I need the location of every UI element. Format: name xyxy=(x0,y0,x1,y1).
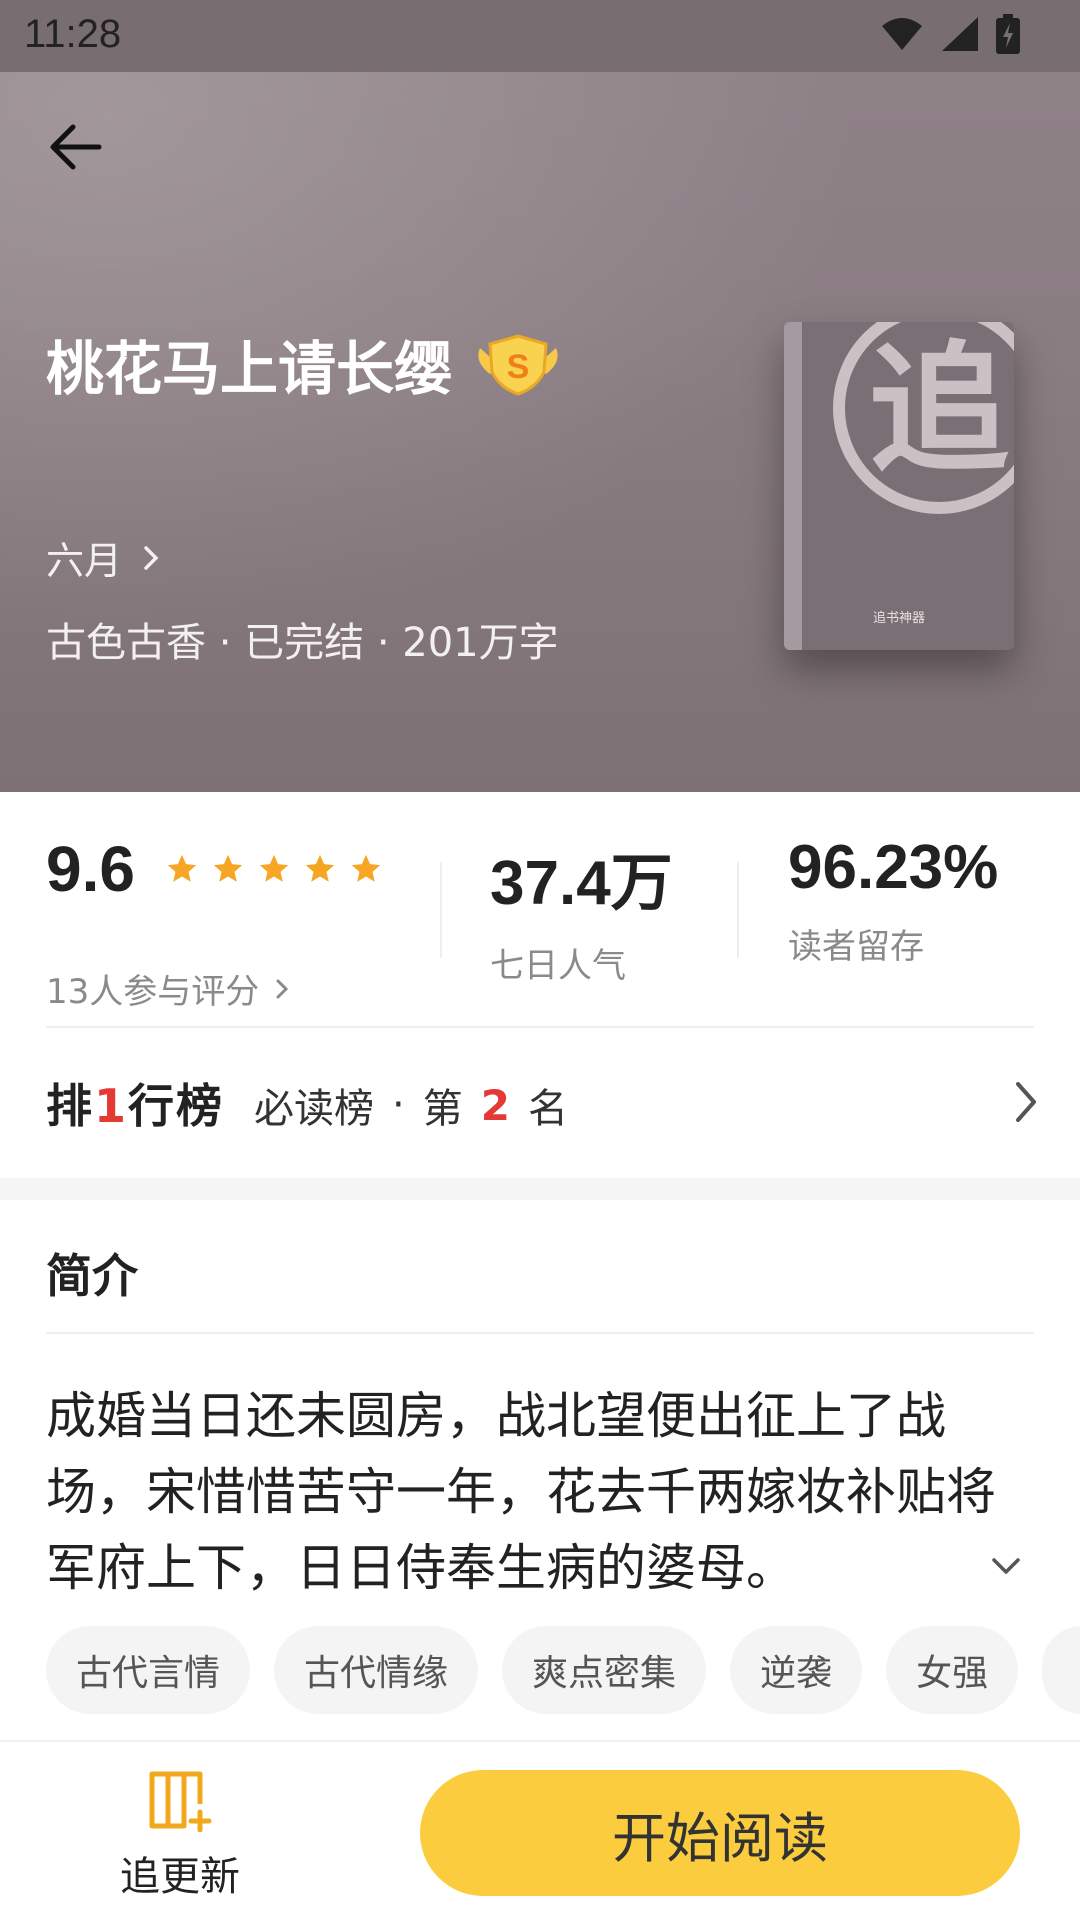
tag-chip[interactable]: 逆袭 xyxy=(730,1626,863,1714)
start-reading-button[interactable]: 开始阅读 xyxy=(420,1770,1020,1896)
chevron-right-icon xyxy=(144,545,159,570)
tag-chip[interactable]: 古代情缘 xyxy=(274,1626,479,1714)
signal-icon xyxy=(942,17,978,51)
rating-count: 13人参与评分 xyxy=(46,972,260,1012)
back-arrow-icon xyxy=(50,124,102,170)
popularity-value: 37.4万 xyxy=(490,849,673,918)
ranking-prefix: 第 xyxy=(422,1086,463,1132)
status-time: 11:28 xyxy=(24,12,122,56)
s-badge-icon: S xyxy=(478,334,558,396)
tag-chip[interactable]: 古代言情 xyxy=(46,1626,251,1714)
author-link[interactable]: 六月 xyxy=(46,530,162,585)
badge-letter: S xyxy=(507,348,530,386)
wifi-icon xyxy=(882,18,922,50)
cover-logo: 追 xyxy=(833,322,1014,514)
status-bar: 11:28 xyxy=(0,0,1080,72)
rating-stars xyxy=(164,852,384,886)
star-icon xyxy=(351,854,381,882)
start-reading-label: 开始阅读 xyxy=(612,1806,828,1870)
ranking-text: 必读榜 · 第 2 名 xyxy=(254,1076,568,1134)
retention-block: 96.23% 读者留存 xyxy=(788,832,998,968)
status-icons xyxy=(880,14,1020,54)
book-meta: 古色古香 · 已完结 · 201万字 xyxy=(46,620,559,666)
book-header: 11:28 桃花马上请长缨 S 六月 古色古香 · 已完结 · 201万字 追 … xyxy=(0,0,1080,792)
rating-score: 9.6 xyxy=(46,833,135,905)
retention-label: 读者留存 xyxy=(788,927,924,967)
intro-text: 成婚当日还未圆房，战北望便出征上了战场，宋惜惜苦守一年，花去千两嫁妆补贴将军府上… xyxy=(46,1387,996,1597)
ranking-dot: · xyxy=(392,1082,405,1128)
ranking-row[interactable]: 排1行榜 必读榜 · 第 2 名 xyxy=(0,1028,1080,1178)
back-button[interactable] xyxy=(40,112,110,182)
popularity-label: 七日人气 xyxy=(490,946,626,986)
intro-title: 简介 xyxy=(46,1249,138,1303)
book-title-row: 桃花马上请长缨 S xyxy=(46,322,566,406)
ranking-position: 2 xyxy=(480,1080,510,1130)
chevron-down-icon[interactable] xyxy=(988,1554,1024,1578)
book-title: 桃花马上请长缨 xyxy=(46,335,453,403)
ranking-logo: 排1行榜 xyxy=(46,1079,225,1133)
follow-updates-label: 追更新 xyxy=(120,1854,240,1900)
tag-list: 古代言情 古代情缘 爽点密集 逆袭 女强 xyxy=(46,1626,1080,1714)
tag-chip-partial[interactable] xyxy=(1042,1626,1080,1714)
divider xyxy=(46,1332,1034,1334)
rating-count-link[interactable]: 13人参与评分 xyxy=(46,964,291,1013)
star-icon xyxy=(305,854,335,882)
stats-divider xyxy=(737,862,739,958)
chevron-right-icon xyxy=(1016,1082,1036,1122)
ranking-list-name: 必读榜 xyxy=(254,1086,374,1132)
battery-icon xyxy=(996,14,1020,54)
chevron-right-icon xyxy=(276,979,289,998)
section-gap xyxy=(0,1178,1080,1200)
book-cover[interactable]: 追 追书神器 xyxy=(784,322,1014,650)
tag-chip[interactable]: 女强 xyxy=(886,1626,1019,1714)
stats-row: 9.6 13人参与评分 37.4万 七日人气 96.23% 读者留存 xyxy=(0,792,1080,1022)
star-icon xyxy=(259,854,289,882)
bottom-action-bar: 追更新 开始阅读 xyxy=(0,1740,1080,1922)
rating-block[interactable]: 9.6 13人参与评分 xyxy=(46,832,381,1012)
cover-footer: 追书神器 xyxy=(872,611,925,626)
author-name: 六月 xyxy=(46,539,123,583)
star-icon xyxy=(213,854,243,882)
star-icon xyxy=(167,854,197,882)
retention-value: 96.23% xyxy=(788,833,999,902)
book-add-icon xyxy=(149,1771,212,1833)
follow-updates-button[interactable]: 追更新 xyxy=(100,1768,260,1908)
popularity-block: 37.4万 七日人气 xyxy=(490,832,673,987)
cover-glyph: 追 xyxy=(869,329,1009,492)
stats-divider xyxy=(440,862,442,958)
tag-chip[interactable]: 爽点密集 xyxy=(502,1626,707,1714)
ranking-suffix: 名 xyxy=(527,1086,568,1132)
